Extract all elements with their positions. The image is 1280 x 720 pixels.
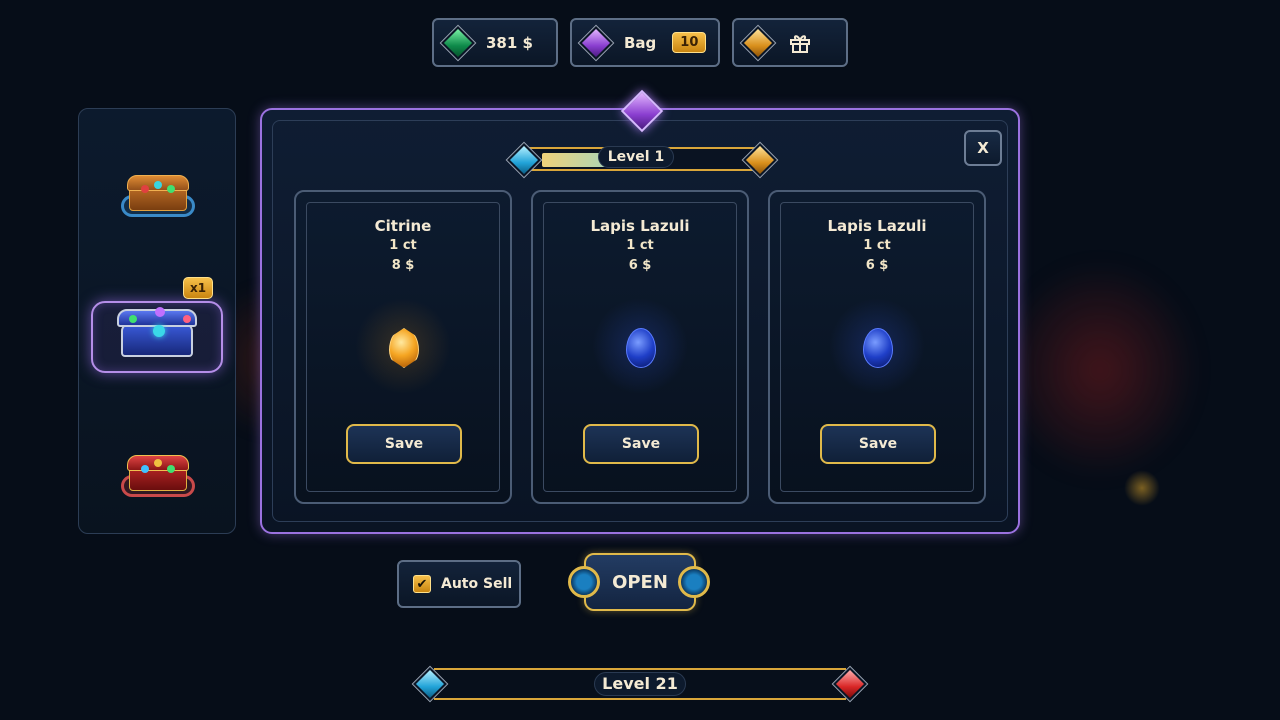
- purple-gem-icon: [579, 25, 613, 60]
- auto-sell-toggle[interactable]: ✔ Auto Sell: [397, 560, 521, 608]
- item-weight: 1 ct: [626, 238, 654, 253]
- chest-wooden[interactable]: [121, 171, 195, 217]
- gift-button[interactable]: [732, 18, 848, 67]
- reward-card: Lapis Lazuli 1 ct 6 $ Save: [531, 190, 749, 504]
- lapis-icon: [863, 328, 893, 368]
- green-gem-icon: [441, 25, 475, 60]
- open-orb-left-icon: [568, 566, 600, 598]
- gold-gem-icon: [741, 25, 775, 60]
- save-button[interactable]: Save: [820, 424, 936, 464]
- lapis-icon: [626, 328, 656, 368]
- background-glow-dot: [1124, 470, 1160, 506]
- save-button[interactable]: Save: [583, 424, 699, 464]
- item-weight: 1 ct: [389, 238, 417, 253]
- chest-level-label: Level 1: [598, 146, 674, 168]
- item-price: 6 $: [628, 258, 652, 273]
- item-price: 6 $: [865, 258, 889, 273]
- open-orb-right-icon: [678, 566, 710, 598]
- chest-reward-panel: X Level 1 Citrine 1 ct 8 $ Save Lapis La…: [260, 89, 1020, 534]
- close-button[interactable]: X: [964, 130, 1002, 166]
- bag-label: Bag: [624, 33, 657, 52]
- item-weight: 1 ct: [863, 238, 891, 253]
- currency-value: 381 $: [486, 33, 533, 52]
- save-button[interactable]: Save: [346, 424, 462, 464]
- chest-count-badge: x1: [183, 277, 214, 299]
- bag-count-badge: 10: [672, 32, 707, 53]
- currency-display: 381 $: [432, 18, 558, 67]
- auto-sell-checkbox[interactable]: ✔: [413, 575, 431, 593]
- reward-card: Lapis Lazuli 1 ct 6 $ Save: [768, 190, 986, 504]
- item-name: Citrine: [374, 217, 432, 235]
- bag-button[interactable]: Bag 10: [570, 18, 720, 67]
- item-name: Lapis Lazuli: [590, 217, 690, 235]
- chest-ruby[interactable]: [121, 451, 195, 497]
- chest-sapphire[interactable]: [91, 301, 223, 373]
- chest-level-bar: Level 1: [507, 143, 777, 177]
- background-glow-right: [1000, 260, 1200, 480]
- gift-icon: [790, 34, 810, 53]
- item-name: Lapis Lazuli: [827, 217, 927, 235]
- item-price: 8 $: [391, 258, 415, 273]
- chest-selector: x1: [78, 108, 236, 534]
- player-level-label: Level 21: [594, 672, 686, 696]
- auto-sell-label: Auto Sell: [441, 576, 513, 592]
- reward-card: Citrine 1 ct 8 $ Save: [294, 190, 512, 504]
- player-level-bar: Level 21: [413, 666, 867, 702]
